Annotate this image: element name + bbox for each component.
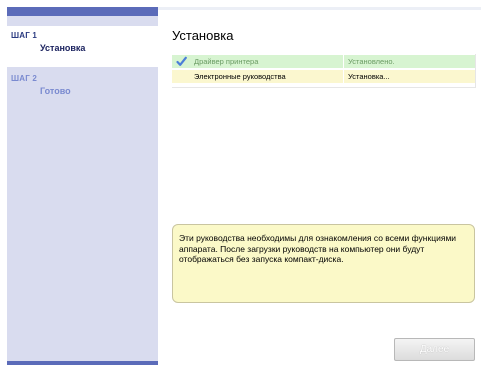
step-number: ШАГ 2 [11,74,38,83]
sidebar-top-bar [7,7,158,16]
step-install: ШАГ 1 Установка [7,26,158,67]
column-divider [343,55,344,68]
page-title: Установка [172,28,234,43]
list-item-printer-driver: Драйвер принтера Установлено. [172,55,475,68]
install-progress-list: Драйвер принтера Установлено. Электронны… [172,54,476,88]
item-status: Установка... [348,72,390,81]
step-label: Установка [40,43,86,53]
item-name: Драйвер принтера [194,57,259,66]
step-number: ШАГ 1 [11,31,38,40]
info-text: Эти руководства необходимы для ознакомле… [179,233,457,264]
step-label: Готово [40,86,71,96]
checkmark-icon [176,56,187,66]
header-stripe [158,7,481,10]
next-button[interactable]: Далее [394,338,475,361]
sidebar-bottom-bar [7,361,158,365]
step-finish: ШАГ 2 Готово [7,69,158,109]
steps-sidebar: ШАГ 1 Установка ШАГ 2 Готово [7,7,158,365]
info-box: Эти руководства необходимы для ознакомле… [172,224,475,303]
column-divider [343,70,344,83]
list-item-e-manuals: Электронные руководства Установка... [172,70,475,83]
item-status: Установлено. [348,57,395,66]
item-name: Электронные руководства [194,72,286,81]
